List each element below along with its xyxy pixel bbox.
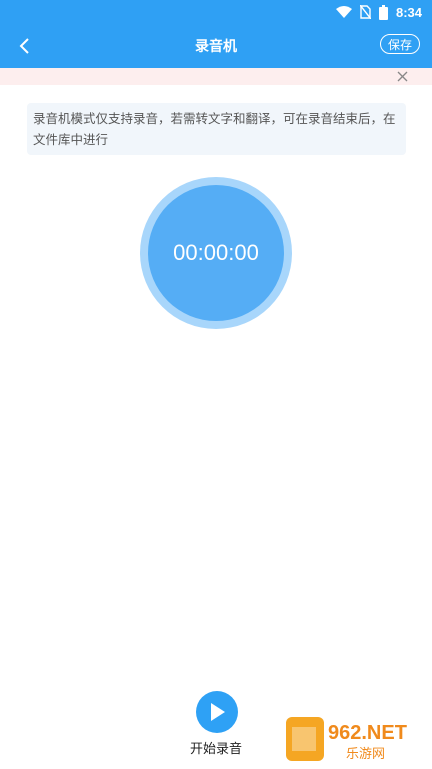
wifi-icon: [335, 6, 352, 18]
battery-icon: [378, 4, 388, 20]
start-record-button[interactable]: [196, 691, 238, 733]
svg-text:962.NET: 962.NET: [328, 722, 407, 744]
status-bar: 8:34: [0, 0, 432, 24]
status-time: 8:34: [395, 4, 422, 20]
svg-text:乐游网: 乐游网: [346, 747, 385, 762]
save-button[interactable]: 保存: [379, 34, 420, 54]
close-icon[interactable]: [395, 69, 410, 84]
page-title: 录音机: [195, 39, 237, 55]
timer-ring: 00:00:00: [140, 177, 292, 329]
tip-box: 录音机模式仅支持录音，若需转文字和翻译，可在录音结束后，在文件库中进行: [27, 103, 406, 155]
timer-circle: 00:00:00: [148, 185, 284, 321]
status-icons: 8:34: [335, 3, 422, 21]
notice-banner: [0, 68, 432, 85]
sim-off-icon: [359, 5, 371, 19]
play-icon: [211, 703, 225, 721]
app-bar: 录音机 保存: [0, 24, 432, 68]
watermark-logo: 962.NET 乐游网: [286, 717, 407, 762]
timer-display: 00:00:00: [173, 240, 259, 265]
